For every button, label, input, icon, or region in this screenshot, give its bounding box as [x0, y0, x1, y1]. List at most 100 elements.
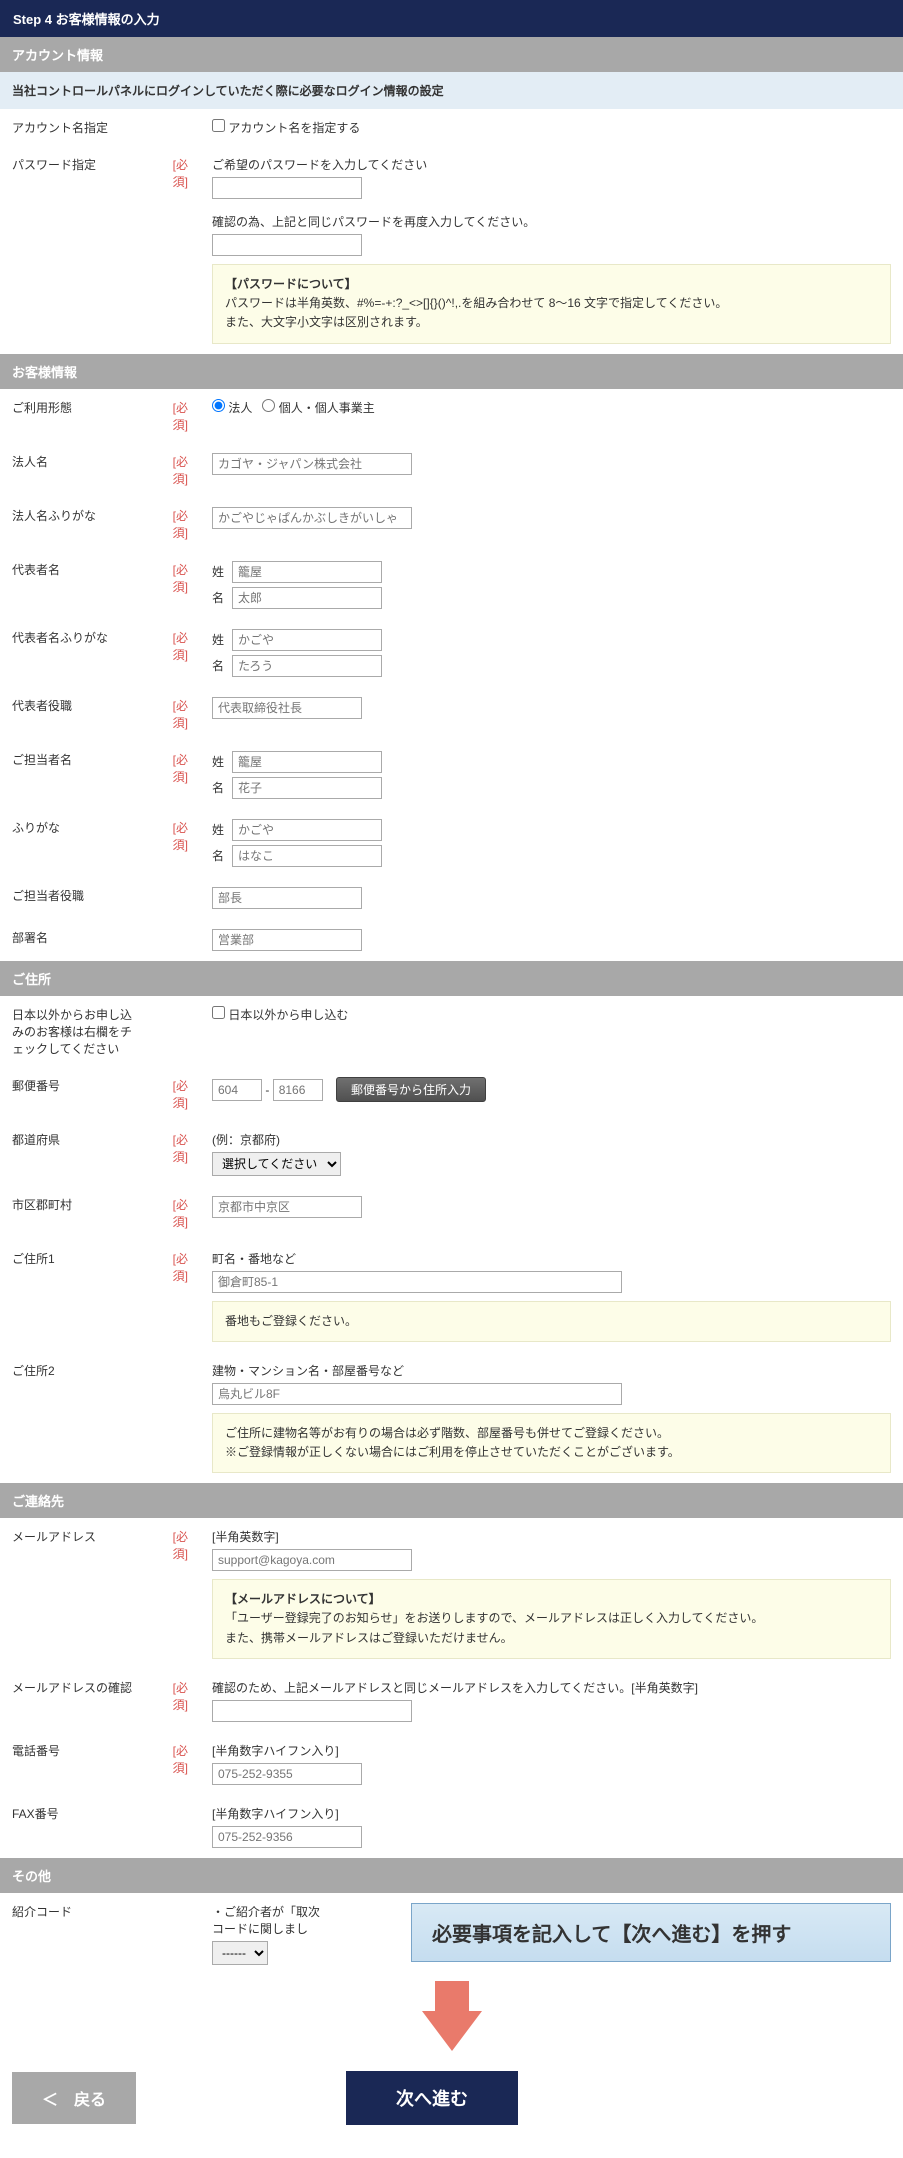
- addr2-note: ご住所に建物名等がお有りの場合は必ず階数、部屋番号も併せてご登録ください。 ※ご…: [212, 1413, 891, 1473]
- usage-corp-label[interactable]: 法人: [212, 401, 252, 415]
- overseas-checkbox[interactable]: [212, 1006, 225, 1019]
- zip-req: [必須]: [150, 1067, 200, 1121]
- email-hint: [半角英数字]: [212, 1528, 891, 1545]
- rep-kana-label: 代表者名ふりがな: [0, 619, 150, 687]
- city-input[interactable]: [212, 1196, 362, 1218]
- usage-type-label: ご利用形態: [0, 389, 150, 443]
- sei-label-2: 姓: [212, 631, 232, 648]
- rep-title-input[interactable]: [212, 697, 362, 719]
- tel-input[interactable]: [212, 1763, 362, 1785]
- email-note-line1: 「ユーザー登録完了のお知らせ」をお送りしますので、メールアドレスは正しく入力して…: [225, 1609, 878, 1628]
- city-label: 市区郡町村: [0, 1186, 150, 1240]
- pref-hint: (例：京都府): [212, 1131, 891, 1148]
- mei-label-4: 名: [212, 847, 232, 864]
- zip2-input[interactable]: [273, 1079, 323, 1101]
- fax-input[interactable]: [212, 1826, 362, 1848]
- addr1-input[interactable]: [212, 1271, 622, 1293]
- zip-lookup-button[interactable]: 郵便番号から住所入力: [336, 1077, 486, 1102]
- pref-label: 都道府県: [0, 1121, 150, 1186]
- section-contact: ご連絡先: [0, 1483, 903, 1518]
- referral-label: 紹介コード: [0, 1893, 150, 1975]
- section-account: アカウント情報: [0, 37, 903, 72]
- account-name-checkbox-text: アカウント名を指定する: [228, 121, 360, 135]
- usage-required: [必須]: [150, 389, 200, 443]
- password-confirm-input[interactable]: [212, 234, 362, 256]
- arrow-down-icon: [422, 2011, 482, 2051]
- sei-label-3: 姓: [212, 753, 232, 770]
- pref-select[interactable]: 選択してください: [212, 1152, 341, 1176]
- corp-name-input[interactable]: [212, 453, 412, 475]
- usage-indiv-label[interactable]: 個人・個人事業主: [262, 401, 374, 415]
- next-button[interactable]: 次へ進む: [346, 2071, 518, 2125]
- email-confirm-req: [必須]: [150, 1669, 200, 1732]
- overseas-checkbox-text: 日本以外から申し込む: [228, 1008, 348, 1022]
- section-address: ご住所: [0, 961, 903, 996]
- fax-label: FAX番号: [0, 1795, 150, 1858]
- back-button[interactable]: ＜ 戻る: [12, 2072, 136, 2124]
- rep-title-label: 代表者役職: [0, 687, 150, 741]
- addr2-label: ご住所2: [0, 1352, 150, 1483]
- contact-name-label: ご担当者名: [0, 741, 150, 809]
- contact-kana-label: ふりがな: [0, 809, 150, 877]
- corp-kana-input[interactable]: [212, 507, 412, 529]
- rep-kana-req: [必須]: [150, 619, 200, 687]
- password-hint1: ご希望のパスワードを入力してください: [212, 156, 891, 173]
- city-req: [必須]: [150, 1186, 200, 1240]
- password-input[interactable]: [212, 177, 362, 199]
- section-other: その他: [0, 1858, 903, 1893]
- callout-instruction: 必要事項を記入して【次へ進む】を押す: [411, 1903, 891, 1962]
- email-confirm-input[interactable]: [212, 1700, 412, 1722]
- password-note-line2: また、大文字小文字は区別されます。: [225, 313, 878, 332]
- addr2-note-line1: ご住所に建物名等がお有りの場合は必ず階数、部屋番号も併せてご登録ください。: [225, 1424, 878, 1443]
- zip1-input[interactable]: [212, 1079, 262, 1101]
- tel-label: 電話番号: [0, 1732, 150, 1795]
- rep-name-label: 代表者名: [0, 551, 150, 619]
- mei-label-3: 名: [212, 779, 232, 796]
- dept-label: 部署名: [0, 919, 150, 961]
- password-hint2: 確認の為、上記と同じパスワードを再度入力してください。: [212, 213, 891, 230]
- addr2-input[interactable]: [212, 1383, 622, 1405]
- rep-sei-input[interactable]: [232, 561, 382, 583]
- overseas-checkbox-label[interactable]: 日本以外から申し込む: [212, 1008, 348, 1022]
- overseas-label: 日本以外からお申し込みのお客様は右欄をチェックしてください: [0, 996, 150, 1067]
- account-name-checkbox[interactable]: [212, 119, 225, 132]
- corp-kana-req: [必須]: [150, 497, 200, 551]
- usage-corp-text: 法人: [228, 401, 252, 415]
- addr2-note-line2: ※ご登録情報が正しくない場合にはご利用を停止させていただくことがございます。: [225, 1443, 878, 1462]
- contact-title-label: ご担当者役職: [0, 877, 150, 919]
- contact-sei-kana-input[interactable]: [232, 819, 382, 841]
- contact-mei-kana-input[interactable]: [232, 845, 382, 867]
- addr1-req: [必須]: [150, 1240, 200, 1352]
- account-name-checkbox-label[interactable]: アカウント名を指定する: [212, 121, 360, 135]
- addr1-note: 番地もご登録ください。: [212, 1301, 891, 1342]
- password-note: 【パスワードについて】 パスワードは半角英数、#%=-+:?_<>[]{}()^…: [212, 264, 891, 344]
- account-info-bar: 当社コントロールパネルにログインしていただく際に必要なログイン情報の設定: [0, 72, 903, 109]
- contact-mei-input[interactable]: [232, 777, 382, 799]
- referral-select[interactable]: ------: [212, 1941, 268, 1965]
- zip-sep: -: [265, 1083, 269, 1097]
- password-required: [必須]: [150, 146, 200, 354]
- email-req: [必須]: [150, 1518, 200, 1669]
- mei-label-2: 名: [212, 657, 232, 674]
- usage-indiv-text: 個人・個人事業主: [279, 401, 375, 415]
- section-customer: お客様情報: [0, 354, 903, 389]
- rep-mei-kana-input[interactable]: [232, 655, 382, 677]
- contact-kana-req: [必須]: [150, 809, 200, 877]
- rep-mei-input[interactable]: [232, 587, 382, 609]
- email-confirm-hint: 確認のため、上記メールアドレスと同じメールアドレスを入力してください。[半角英数…: [212, 1679, 891, 1696]
- usage-corp-radio[interactable]: [212, 399, 225, 412]
- sei-label: 姓: [212, 563, 232, 580]
- dept-input[interactable]: [212, 929, 362, 951]
- rep-sei-kana-input[interactable]: [232, 629, 382, 651]
- corp-name-req: [必須]: [150, 443, 200, 497]
- usage-indiv-radio[interactable]: [262, 399, 275, 412]
- email-input[interactable]: [212, 1549, 412, 1571]
- step-header: Step 4 お客様情報の入力: [0, 0, 903, 37]
- mei-label: 名: [212, 589, 232, 606]
- referral-text-line2: コードに関しまし: [212, 1920, 320, 1937]
- referral-text-line1: ・ご紹介者が「取次: [212, 1903, 320, 1920]
- contact-title-input[interactable]: [212, 887, 362, 909]
- contact-sei-input[interactable]: [232, 751, 382, 773]
- password-note-line1: パスワードは半角英数、#%=-+:?_<>[]{}()^!,.を組み合わせて 8…: [225, 294, 878, 313]
- password-note-title: 【パスワードについて】: [225, 275, 878, 294]
